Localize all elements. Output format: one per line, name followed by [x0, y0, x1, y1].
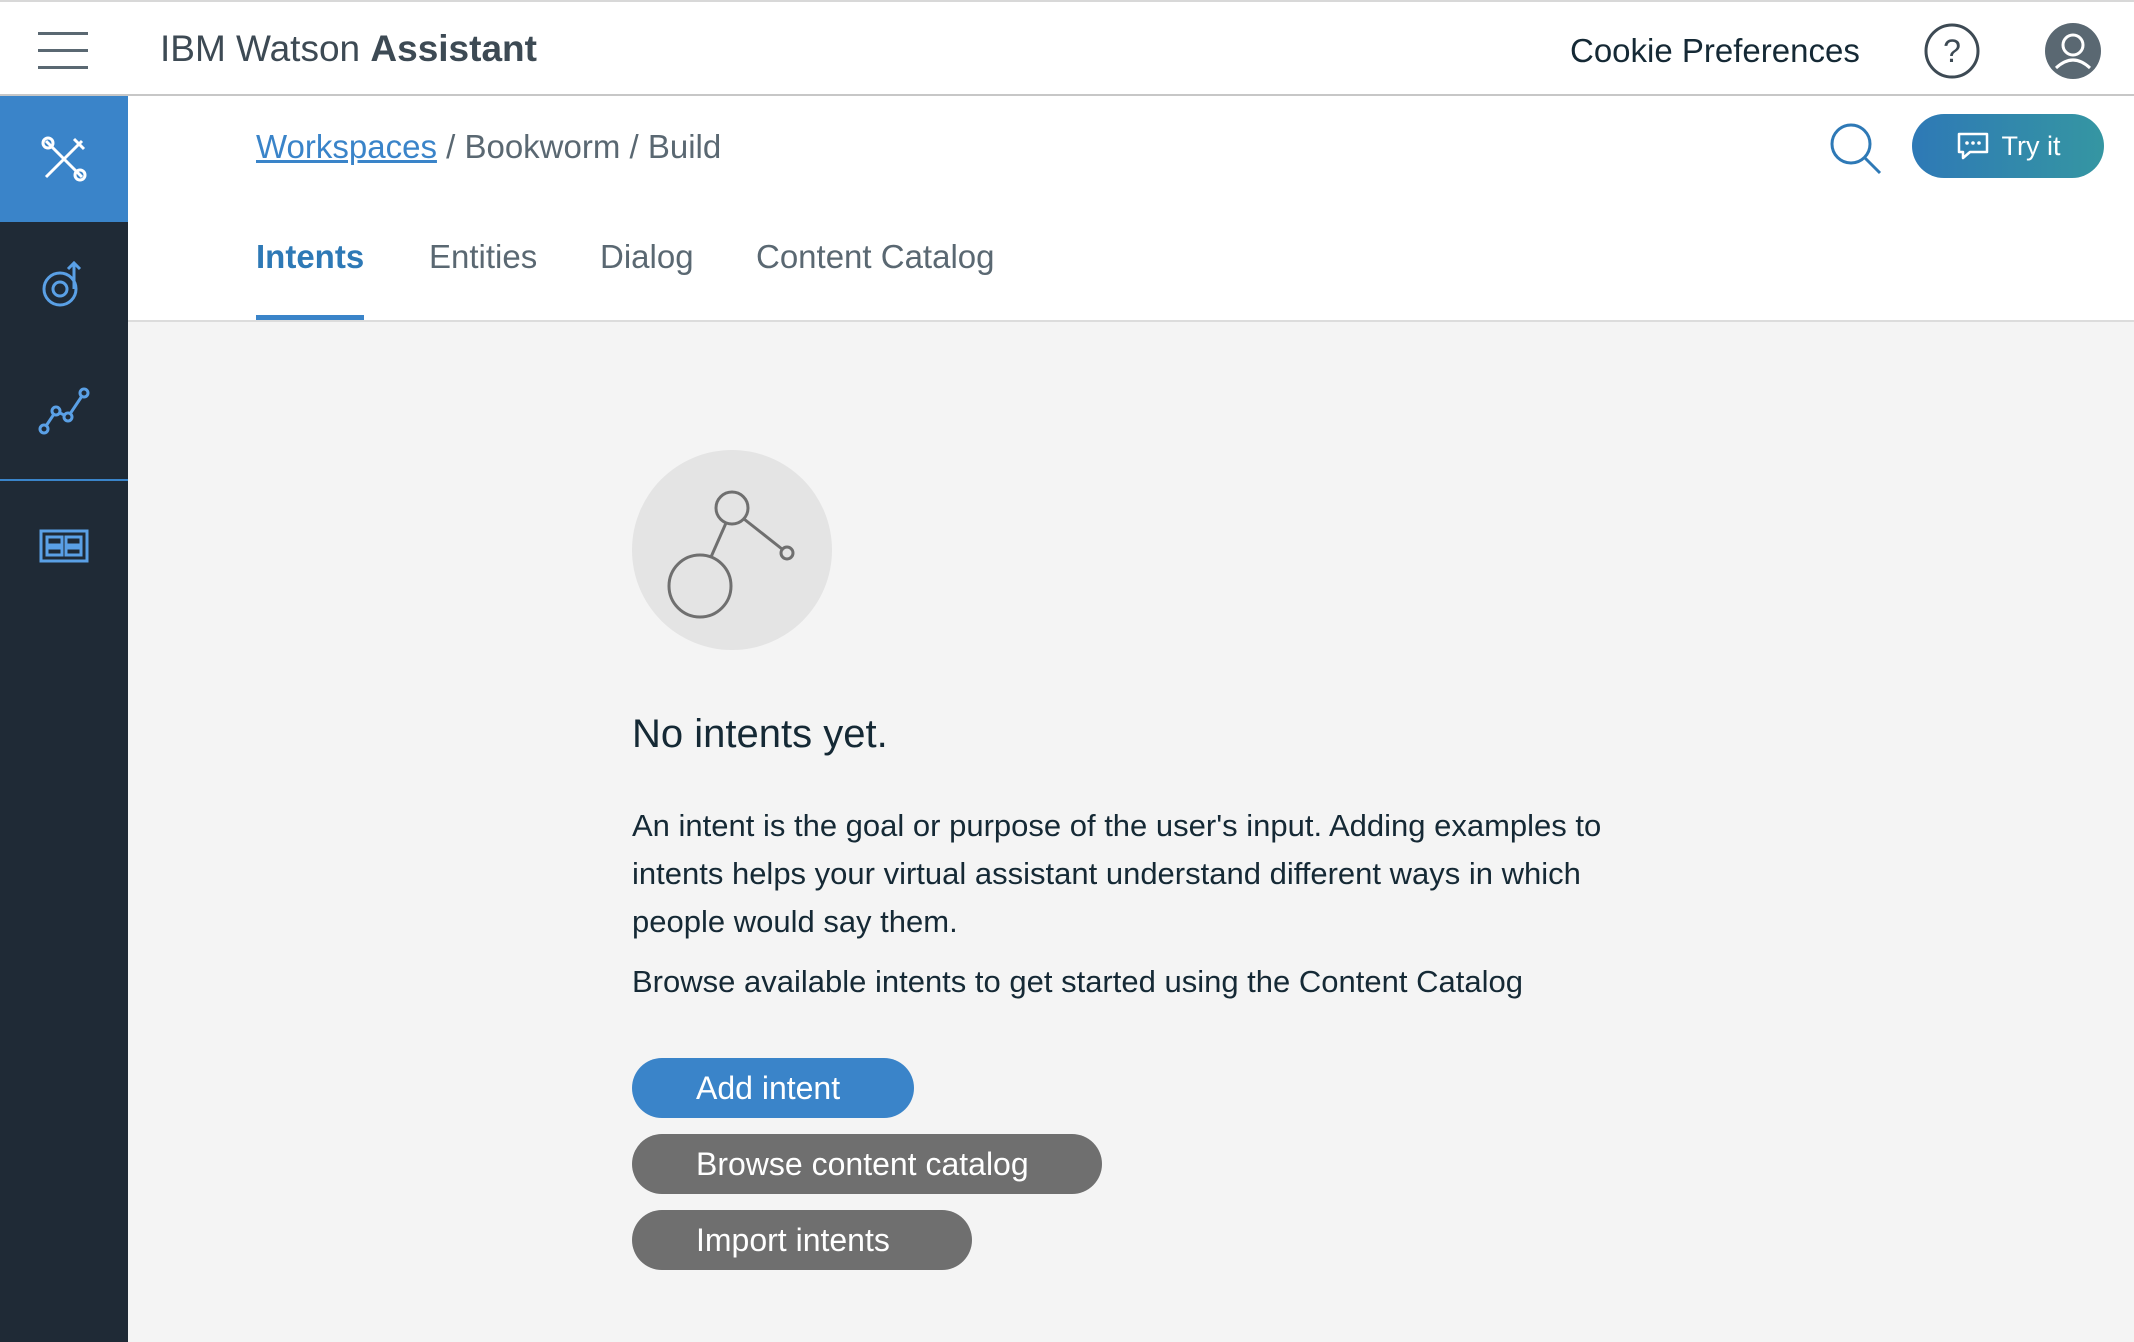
content-catalog-hint: Browse available intents to get started …: [632, 964, 1523, 999]
user-avatar-icon[interactable]: [2044, 22, 2102, 80]
try-it-button[interactable]: Try it: [1912, 114, 2104, 178]
search-icon[interactable]: [1828, 121, 1884, 177]
tab-content-catalog[interactable]: Content Catalog: [756, 238, 995, 320]
nav-item-deploy[interactable]: [0, 483, 128, 609]
nav-item-analytics[interactable]: [0, 348, 128, 474]
nav-item-build[interactable]: [0, 96, 128, 222]
nav-divider: [0, 479, 128, 481]
chat-icon: [1957, 132, 1988, 160]
intents-illustration: [632, 450, 832, 650]
svg-text:?: ?: [1943, 33, 1961, 69]
side-nav: [0, 96, 128, 1342]
breadcrumb-workspaces-link[interactable]: Workspaces: [256, 128, 437, 165]
nav-item-improve[interactable]: [0, 222, 128, 348]
top-header: IBM Watson Assistant Cookie Preferences …: [0, 0, 2134, 96]
tools-icon: [41, 136, 87, 182]
menu-icon[interactable]: [38, 32, 88, 70]
breadcrumb: Workspaces / Bookworm / Build: [256, 128, 721, 166]
analytics-icon: [38, 387, 90, 435]
brand-prefix: IBM Watson: [160, 28, 361, 69]
empty-state-description: An intent is the goal or purpose of the …: [632, 808, 1602, 939]
tab-intents[interactable]: Intents: [256, 238, 365, 320]
tab-entities[interactable]: Entities: [429, 238, 537, 320]
app-title: IBM Watson Assistant: [160, 28, 537, 70]
deploy-icon: [39, 529, 89, 563]
brand-bold: Assistant: [370, 28, 537, 69]
breadcrumb-path: / Bookworm / Build: [446, 128, 722, 165]
browse-content-catalog-button[interactable]: Browse content catalog: [632, 1134, 1102, 1194]
intent-graph-icon: [667, 490, 795, 619]
add-intent-button[interactable]: Add intent: [632, 1058, 914, 1118]
try-it-label: Try it: [2001, 130, 2061, 161]
help-icon[interactable]: ?: [1923, 22, 1981, 80]
workspace-header: Workspaces / Bookworm / Build Try it Int…: [128, 96, 2134, 322]
import-intents-button[interactable]: Import intents: [632, 1210, 972, 1270]
cookie-preferences-link[interactable]: Cookie Preferences: [1570, 32, 1860, 70]
improve-icon: [42, 260, 82, 307]
empty-state-title: No intents yet.: [632, 712, 888, 756]
tab-dialog[interactable]: Dialog: [600, 238, 694, 320]
